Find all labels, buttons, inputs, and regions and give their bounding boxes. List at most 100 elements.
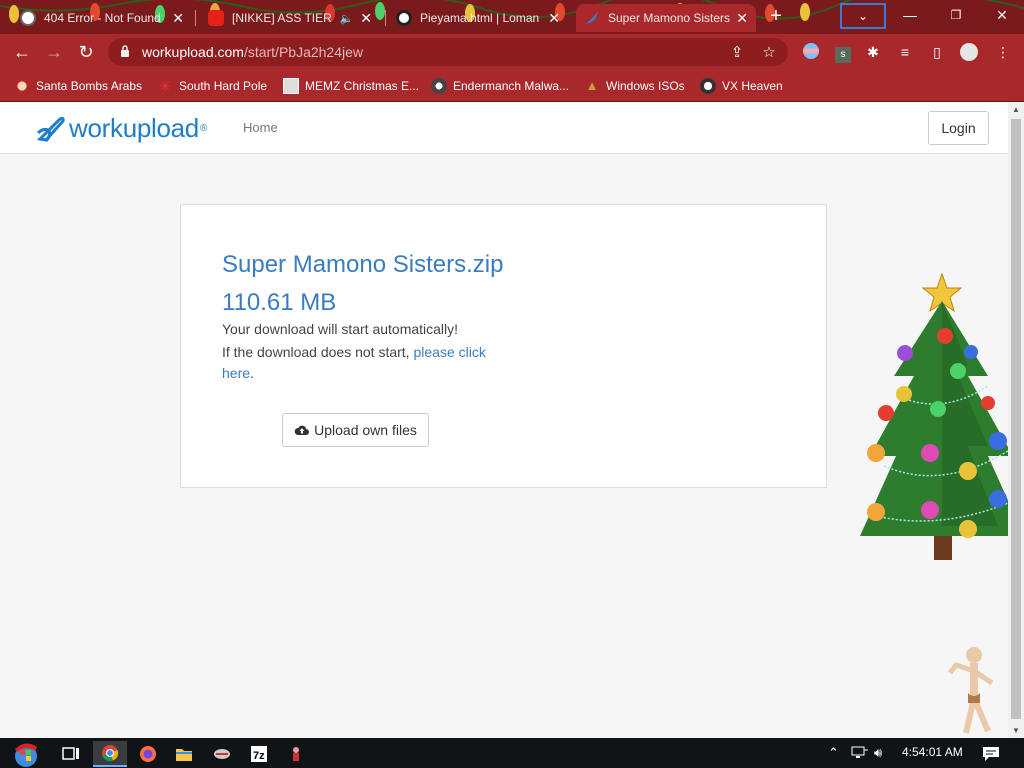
taskbar-chrome[interactable] xyxy=(93,741,127,767)
reload-icon: ↻ xyxy=(78,42,94,62)
taskbar-file-explorer[interactable] xyxy=(167,741,201,767)
scroll-up-icon[interactable]: ▲ xyxy=(1008,103,1024,117)
tab-title: [NIKKE] ASS TIER xyxy=(232,11,332,25)
reload-button[interactable]: ↻ xyxy=(74,40,98,64)
extensions-puzzle-icon[interactable]: ✱ xyxy=(864,43,882,61)
tab-title: Super Mamono Sisters xyxy=(608,11,731,25)
kebab-menu-icon[interactable]: ⋮ xyxy=(994,43,1012,61)
avatar[interactable] xyxy=(960,43,978,61)
network-icon[interactable] xyxy=(851,746,869,760)
dancing-figure-decoration xyxy=(948,647,994,734)
bookmark-santa-bombs-arabs[interactable]: Santa Bombs Arabs xyxy=(14,76,142,96)
fallback-message: If the download does not start, please c… xyxy=(222,342,512,384)
url-text[interactable]: workupload.com/start/PbJa2h24jew xyxy=(142,44,363,60)
scrollbar-thumb[interactable] xyxy=(1011,119,1021,719)
browser-toolbar: ← → ↻ workupload.com/start/PbJa2h24jew ⇪… xyxy=(0,34,1024,70)
file-explorer-icon xyxy=(176,749,192,761)
profile-flag-icon[interactable] xyxy=(802,43,820,61)
tab-separator xyxy=(385,10,386,26)
clock[interactable]: 4:54:01 AM xyxy=(902,745,963,759)
download-card: Super Mamono Sisters.zip 110.61 MB Your … xyxy=(180,204,827,488)
tab-title: Pieyama.html | Loman xyxy=(420,11,540,25)
tab-strip: 404 Error - Not Found ✕ [NIKKE] ASS TIER… xyxy=(0,0,1024,34)
taskbar-network-app[interactable] xyxy=(205,741,239,767)
bookmark-memz-christmas[interactable]: MEMZ Christmas E... xyxy=(283,76,419,96)
close-tab-icon[interactable]: ✕ xyxy=(730,10,748,27)
tab-pieyama[interactable]: Pieyama.html | Loman ✕ xyxy=(388,4,568,32)
taskbar-game[interactable] xyxy=(279,741,313,767)
auto-download-message: Your download will start automatically! xyxy=(222,321,459,337)
bookmark-endermanch-malware[interactable]: Endermanch Malwa... xyxy=(431,76,569,96)
bookmark-label: VX Heaven xyxy=(722,79,783,93)
brand-name: workupload xyxy=(69,112,199,143)
bookmark-vx-heaven[interactable]: VX Heaven xyxy=(700,76,783,96)
panda-icon xyxy=(396,10,412,26)
back-button[interactable]: ← xyxy=(10,40,34,64)
side-panel-icon[interactable]: ▯ xyxy=(928,43,946,61)
new-tab-button[interactable]: + xyxy=(764,6,788,28)
minimize-button[interactable]: — xyxy=(890,4,930,28)
close-window-button[interactable]: ✕ xyxy=(982,4,1022,28)
snowflake-icon: ✳ xyxy=(159,78,171,94)
network-app-icon xyxy=(214,749,230,759)
extension-s-icon[interactable]: s xyxy=(834,43,852,63)
santa-icon xyxy=(14,78,30,94)
memz-icon xyxy=(283,78,299,94)
windows-taskbar: 7z ⌃ 🔊︎ 4:54:01 AM xyxy=(0,738,1024,768)
bookmark-label: Windows ISOs xyxy=(606,79,685,93)
globe-icon xyxy=(20,10,36,26)
url-host: workupload.com xyxy=(142,44,244,60)
firefox-icon xyxy=(140,746,156,762)
cloud-upload-icon xyxy=(294,425,310,435)
site-navbar: workupload ® Home Login xyxy=(0,103,1008,154)
bookmark-label: Santa Bombs Arabs xyxy=(36,79,143,93)
tab-super-mamono-sisters[interactable]: Super Mamono Sisters ✕ xyxy=(576,4,756,32)
tab-search-button[interactable]: ⌄ xyxy=(840,3,886,29)
bookmark-star-icon[interactable]: ☆ xyxy=(760,44,778,62)
share-icon[interactable]: ⇪ xyxy=(728,44,746,62)
tab-nikke-video[interactable]: [NIKKE] ASS TIER 🔈 ✕ xyxy=(200,4,380,32)
scroll-down-icon[interactable]: ▼ xyxy=(1008,724,1024,738)
arrow-left-icon: ← xyxy=(13,42,31,62)
task-view-button[interactable] xyxy=(54,741,88,767)
vx-icon xyxy=(700,78,716,94)
media-controls-icon[interactable]: ≡ xyxy=(896,43,914,61)
start-button[interactable] xyxy=(6,741,46,767)
close-tab-icon[interactable]: ✕ xyxy=(542,10,560,27)
tab-title: 404 Error - Not Found xyxy=(44,11,161,25)
volume-icon[interactable]: 🔊︎ xyxy=(874,745,882,761)
web-page: workupload ® Home Login Super Mamono Sis… xyxy=(0,103,1024,738)
tab-404-error[interactable]: 404 Error - Not Found ✕ xyxy=(12,4,192,32)
close-tab-icon[interactable]: ✕ xyxy=(354,10,372,27)
url-path: /start/PbJa2h24jew xyxy=(243,44,364,60)
taskbar-firefox[interactable] xyxy=(131,741,165,767)
show-hidden-icons-chevron-up-icon[interactable]: ⌃ xyxy=(828,745,839,761)
bookmark-south-hard-pole[interactable]: ✳ South Hard Pole xyxy=(157,76,267,96)
registered-mark: ® xyxy=(199,122,208,134)
7zip-icon: 7z xyxy=(251,746,267,762)
workupload-logo[interactable]: workupload ® xyxy=(34,111,207,145)
notifications-icon[interactable] xyxy=(982,746,1000,762)
task-view-icon xyxy=(62,747,79,760)
close-tab-icon[interactable]: ✕ xyxy=(166,10,184,27)
bookmark-windows-isos[interactable]: ▲ Windows ISOs xyxy=(584,76,685,96)
speaker-icon[interactable]: 🔈 xyxy=(340,12,354,25)
nav-home-link[interactable]: Home xyxy=(243,120,278,135)
game-icon xyxy=(293,747,299,761)
lock-icon xyxy=(121,45,129,57)
bookmarks-bar: Santa Bombs Arabs ✳ South Hard Pole MEMZ… xyxy=(0,70,1024,102)
bookmark-label: MEMZ Christmas E... xyxy=(305,79,420,93)
fallback-prefix: If the download does not start, xyxy=(222,344,414,360)
login-button[interactable]: Login xyxy=(928,111,989,145)
restore-button[interactable]: ❐ xyxy=(936,4,976,28)
taskbar-7zip[interactable]: 7z xyxy=(242,741,276,767)
forward-button[interactable]: → xyxy=(42,40,66,64)
chevron-down-icon: ⌄ xyxy=(857,9,869,23)
vertical-scrollbar[interactable]: ▲ ▼ xyxy=(1008,103,1024,738)
bookmark-label: Endermanch Malwa... xyxy=(453,79,570,93)
upload-own-files-button[interactable]: Upload own files xyxy=(282,413,429,447)
youtube-icon xyxy=(208,10,224,26)
address-bar[interactable]: workupload.com/start/PbJa2h24jew ⇪ ☆ xyxy=(108,38,788,66)
fallback-suffix: . xyxy=(250,365,254,381)
raccoon-icon xyxy=(431,78,447,94)
